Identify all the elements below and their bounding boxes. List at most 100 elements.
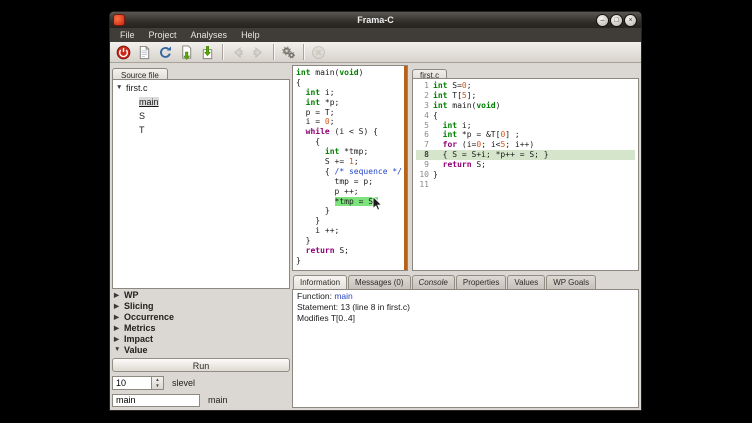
panel-wp[interactable]: ▶WP bbox=[112, 289, 290, 300]
tab-properties[interactable]: Properties bbox=[456, 275, 506, 289]
window-maximize-button[interactable]: □ bbox=[611, 15, 622, 26]
quit-button[interactable] bbox=[113, 43, 134, 61]
arrow-left-icon bbox=[230, 45, 245, 60]
menu-help[interactable]: Help bbox=[234, 28, 267, 42]
tree-item-t[interactable]: T bbox=[113, 123, 289, 137]
code-line[interactable]: { bbox=[296, 137, 404, 147]
code-line[interactable]: p ++; bbox=[296, 187, 404, 197]
panel-impact[interactable]: ▶Impact bbox=[112, 333, 290, 344]
code-line[interactable]: while (i < S) { bbox=[296, 127, 404, 137]
tree-row-first-c[interactable]: ▼ first.c bbox=[113, 80, 289, 95]
tree-item-s[interactable]: S bbox=[113, 109, 289, 123]
slevel-spinbox[interactable]: ▲ ▼ bbox=[112, 376, 164, 390]
code-token bbox=[296, 98, 306, 107]
code-token bbox=[296, 147, 325, 156]
code-token: i; bbox=[457, 121, 471, 130]
tab-messages-0[interactable]: Messages (0) bbox=[348, 275, 410, 289]
code-line[interactable]: 3int main(void) bbox=[416, 101, 635, 111]
code-line[interactable]: int *p; bbox=[296, 98, 404, 108]
panel-label: Metrics bbox=[124, 323, 156, 333]
code-line[interactable]: 10} bbox=[416, 170, 635, 180]
source-files-button[interactable] bbox=[134, 43, 155, 61]
code-token: (i= bbox=[457, 140, 476, 149]
code-line[interactable]: *tmp = S; bbox=[296, 197, 404, 207]
code-line[interactable]: i ++; bbox=[296, 226, 404, 236]
panel-metrics[interactable]: ▶Metrics bbox=[112, 322, 290, 333]
code-line[interactable]: { bbox=[296, 78, 404, 88]
code-line[interactable]: } bbox=[296, 236, 404, 246]
info-text: Statement: 13 (line 8 in first.c) bbox=[297, 302, 410, 312]
code-line[interactable]: 8 { S = S+i; *p++ = S; } bbox=[416, 150, 635, 160]
code-token: ; bbox=[354, 157, 359, 166]
reparse-button[interactable] bbox=[155, 43, 176, 61]
window-minimize-button[interactable]: – bbox=[597, 15, 608, 26]
code-line[interactable]: int i; bbox=[296, 88, 404, 98]
spin-down-icon[interactable]: ▼ bbox=[152, 383, 163, 389]
code-line[interactable]: 7 for (i=0; i<5; i++) bbox=[416, 140, 635, 150]
code-token bbox=[296, 127, 306, 136]
main-function-input[interactable] bbox=[112, 394, 200, 407]
tree-children: mainST bbox=[113, 95, 289, 137]
code-token: T[ bbox=[447, 91, 461, 100]
panel-value[interactable]: ▼Value bbox=[112, 344, 290, 355]
code-line[interactable]: 4{ bbox=[416, 111, 635, 121]
normalized-scrollbar[interactable] bbox=[404, 66, 407, 270]
code-line[interactable]: tmp = p; bbox=[296, 177, 404, 187]
toolbar-separator bbox=[273, 44, 274, 60]
code-line[interactable]: } bbox=[296, 216, 404, 226]
window-close-button[interactable]: × bbox=[625, 15, 636, 26]
code-token: ; i++) bbox=[505, 140, 534, 149]
code-token: S += bbox=[296, 157, 349, 166]
code-token: { bbox=[296, 78, 301, 87]
tab-wp-goals[interactable]: WP Goals bbox=[546, 275, 596, 289]
panel-label: WP bbox=[124, 290, 139, 300]
code-token: *p; bbox=[320, 98, 339, 107]
stop-button bbox=[308, 43, 329, 61]
titlebar[interactable]: Frama-C –□× bbox=[110, 12, 641, 28]
code-line[interactable]: p = T; bbox=[296, 108, 404, 118]
code-line[interactable]: { /* sequence */ bbox=[296, 167, 404, 177]
code-token: return bbox=[306, 246, 335, 255]
code-token: i ++; bbox=[296, 226, 339, 235]
code-line[interactable]: 1int S=0; bbox=[416, 81, 635, 91]
tab-information[interactable]: Information bbox=[293, 275, 347, 289]
analyses-button[interactable] bbox=[278, 43, 299, 61]
menu-analyses[interactable]: Analyses bbox=[184, 28, 235, 42]
code-line[interactable]: i = 0; bbox=[296, 117, 404, 127]
function-link[interactable]: main bbox=[334, 291, 352, 301]
tab-values[interactable]: Values bbox=[507, 275, 545, 289]
code-line[interactable]: 11 bbox=[416, 180, 635, 190]
code-line[interactable]: 2int T[5]; bbox=[416, 91, 635, 101]
code-token: i; bbox=[320, 88, 334, 97]
tab-console[interactable]: Console bbox=[412, 275, 455, 289]
menu-file[interactable]: File bbox=[113, 28, 142, 42]
collapse-icon[interactable]: ▼ bbox=[116, 84, 126, 91]
code-line[interactable]: S += 1; bbox=[296, 157, 404, 167]
code-line[interactable]: return S; bbox=[296, 246, 404, 256]
code-token: } bbox=[296, 256, 301, 265]
code-line[interactable]: } bbox=[296, 256, 404, 266]
window-controls: –□× bbox=[597, 15, 636, 26]
code-line[interactable]: 5 int i; bbox=[416, 121, 635, 131]
line-number: 11 bbox=[416, 180, 429, 190]
save-session-button[interactable] bbox=[197, 43, 218, 61]
code-line[interactable]: int *tmp; bbox=[296, 147, 404, 157]
code-line[interactable]: 9 return S; bbox=[416, 160, 635, 170]
line-number: 10 bbox=[416, 170, 429, 180]
code-token bbox=[296, 197, 335, 206]
original-code-box: 1int S=0;2int T[5];3int main(void)4{5 in… bbox=[412, 78, 639, 271]
run-button[interactable]: Run bbox=[112, 358, 290, 372]
tree-item-main[interactable]: main bbox=[113, 95, 289, 109]
slevel-input[interactable] bbox=[113, 377, 151, 389]
code-token bbox=[296, 88, 306, 97]
load-session-button[interactable] bbox=[176, 43, 197, 61]
code-token: int bbox=[296, 68, 310, 77]
panel-occurrence[interactable]: ▶Occurrence bbox=[112, 311, 290, 322]
code-line[interactable]: 6 int *p = &T[0] ; bbox=[416, 130, 635, 140]
panel-slicing[interactable]: ▶Slicing bbox=[112, 300, 290, 311]
normalized-code: int main(void){ int i; int *p; p = T; i … bbox=[293, 66, 407, 268]
code-line[interactable]: } bbox=[296, 206, 404, 216]
expand-icon: ▶ bbox=[114, 324, 124, 332]
menu-project[interactable]: Project bbox=[142, 28, 184, 42]
code-line[interactable]: int main(void) bbox=[296, 68, 404, 78]
